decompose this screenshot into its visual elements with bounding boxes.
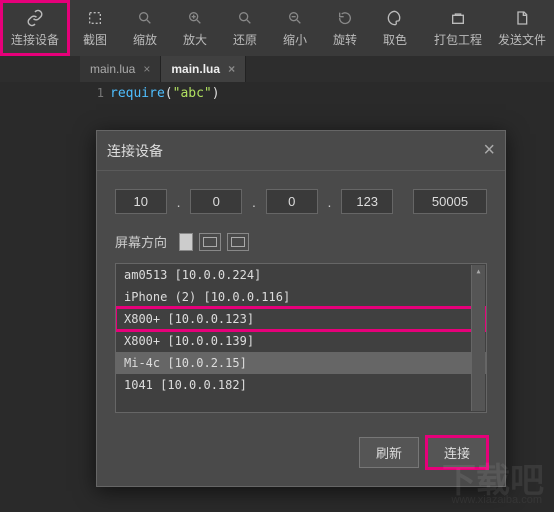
orientation-landscape-right-icon[interactable] xyxy=(227,233,249,251)
port-input[interactable]: 50005 xyxy=(413,189,487,214)
connect-button[interactable]: 连接 xyxy=(427,437,487,468)
toolbar-package[interactable]: 打包工程 xyxy=(426,0,490,56)
line-number: 1 xyxy=(80,82,110,101)
device-item[interactable]: 1041 [10.0.0.182] xyxy=(116,374,486,396)
tab-main-lua-2[interactable]: main.lua × xyxy=(161,56,246,82)
close-icon[interactable]: × xyxy=(228,62,235,76)
toolbar-label: 旋转 xyxy=(333,31,357,48)
orientation-label: 屏幕方向 xyxy=(115,232,167,251)
toolbar-zoom[interactable]: 缩放 xyxy=(120,0,170,56)
device-item-selected[interactable]: X800+ [10.0.0.123] xyxy=(116,308,486,330)
toolbar-label: 放大 xyxy=(183,31,207,48)
orientation-row: 屏幕方向 xyxy=(115,232,487,251)
toolbar-label: 取色 xyxy=(383,31,407,48)
toolbar-label: 连接设备 xyxy=(11,31,59,48)
watermark-url: www.xiazaiba.com xyxy=(452,494,542,506)
dialog-titlebar: 连接设备 × xyxy=(97,131,505,171)
ip-octet-2[interactable]: 0 xyxy=(190,189,242,214)
ip-octet-1[interactable]: 10 xyxy=(115,189,167,214)
toolbar-send-file[interactable]: 发送文件 xyxy=(490,0,554,56)
package-icon xyxy=(449,9,467,27)
toolbar-zoom-in[interactable]: 放大 xyxy=(170,0,220,56)
toolbar-color-picker[interactable]: 取色 xyxy=(370,0,420,56)
send-file-icon xyxy=(513,9,531,27)
scrollbar-vertical[interactable]: ▴ xyxy=(471,265,485,411)
ip-input-row: 10 . 0 . 0 . 123 50005 xyxy=(115,189,487,214)
reset-icon xyxy=(236,9,254,27)
orientation-landscape-left-icon[interactable] xyxy=(199,233,221,251)
device-item[interactable]: Mi-4c [10.0.2.15] xyxy=(116,352,486,374)
refresh-button[interactable]: 刷新 xyxy=(359,437,419,468)
zoom-icon xyxy=(136,9,154,27)
ip-octet-4[interactable]: 123 xyxy=(341,189,393,214)
code-line: require("abc") xyxy=(110,82,220,101)
close-icon[interactable]: × xyxy=(143,62,150,76)
dialog-title-text: 连接设备 xyxy=(107,141,163,161)
rotate-icon xyxy=(336,9,354,27)
code-string: "abc" xyxy=(173,86,212,101)
toolbar-label: 截图 xyxy=(83,31,107,48)
palette-icon xyxy=(386,9,404,27)
toolbar-label: 发送文件 xyxy=(498,31,546,48)
toolbar-zoom-out[interactable]: 缩小 xyxy=(270,0,320,56)
zoom-out-icon xyxy=(286,9,304,27)
code-editor[interactable]: 1 require("abc") xyxy=(0,82,554,101)
crop-icon xyxy=(86,9,104,27)
zoom-in-icon xyxy=(186,9,204,27)
connect-device-dialog: 连接设备 × 10 . 0 . 0 . 123 50005 屏幕方向 am051… xyxy=(96,130,506,487)
toolbar-reset[interactable]: 还原 xyxy=(220,0,270,56)
close-icon[interactable]: × xyxy=(483,139,495,162)
main-toolbar: 连接设备 截图 缩放 放大 还原 缩小 旋转 取色 打包工程 发送文件 xyxy=(0,0,554,56)
toolbar-label: 还原 xyxy=(233,31,257,48)
code-keyword: require xyxy=(110,86,165,101)
toolbar-label: 打包工程 xyxy=(434,31,482,48)
tab-label: main.lua xyxy=(171,62,220,76)
device-list[interactable]: am0513 [10.0.0.224] iPhone (2) [10.0.0.1… xyxy=(115,263,487,413)
ip-octet-3[interactable]: 0 xyxy=(266,189,318,214)
orientation-portrait-icon[interactable] xyxy=(179,233,193,251)
device-item[interactable]: iPhone (2) [10.0.0.116] xyxy=(116,286,486,308)
editor-tabs: main.lua × main.lua × xyxy=(0,56,554,82)
toolbar-connect-device[interactable]: 连接设备 xyxy=(0,0,70,56)
toolbar-screenshot[interactable]: 截图 xyxy=(70,0,120,56)
tab-label: main.lua xyxy=(90,62,135,76)
scroll-up-icon[interactable]: ▴ xyxy=(472,265,485,279)
toolbar-label: 缩小 xyxy=(283,31,307,48)
link-icon xyxy=(26,9,44,27)
toolbar-rotate[interactable]: 旋转 xyxy=(320,0,370,56)
toolbar-label: 缩放 xyxy=(133,31,157,48)
device-item[interactable]: X800+ [10.0.0.139] xyxy=(116,330,486,352)
dialog-footer: 刷新 连接 xyxy=(97,423,505,486)
tab-main-lua-1[interactable]: main.lua × xyxy=(80,56,161,82)
device-item[interactable]: am0513 [10.0.0.224] xyxy=(116,264,486,286)
